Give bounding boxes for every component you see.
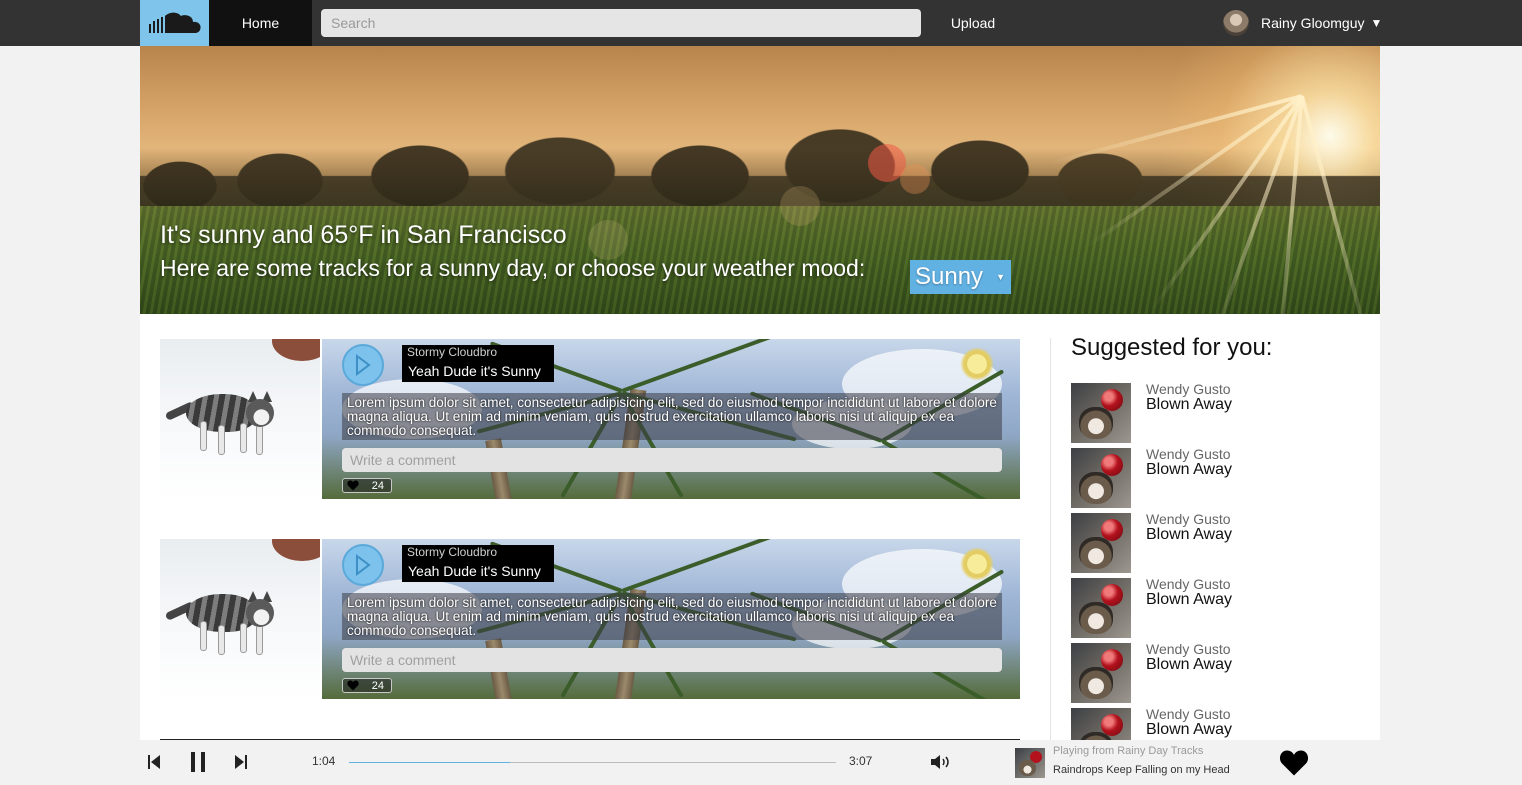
like-count: 24 — [371, 679, 384, 692]
nav-home-link[interactable]: Home — [209, 0, 312, 46]
player-bar: 1:04 3:07 Playing from Rainy Day Tracks … — [140, 740, 1380, 785]
volume-button[interactable] — [930, 751, 952, 773]
pause-button[interactable] — [188, 751, 208, 773]
nav-upload-link[interactable]: Upload — [940, 0, 1006, 46]
suggested-artwork — [1071, 513, 1131, 573]
suggested-title[interactable]: Blown Away — [1146, 721, 1232, 739]
progress-fill — [349, 762, 510, 763]
track-card: Stormy Cloudbro Yeah Dude it's Sunny Lor… — [160, 539, 1020, 699]
suggested-track[interactable]: Wendy Gusto Blown Away — [1071, 446, 1351, 508]
suggested-artist[interactable]: Wendy Gusto — [1146, 446, 1231, 462]
suggested-title[interactable]: Blown Away — [1146, 591, 1232, 609]
like-button[interactable]: 24 — [342, 678, 392, 693]
playing-context[interactable]: Playing from Rainy Day Tracks — [1053, 745, 1203, 757]
previous-button[interactable] — [146, 751, 162, 773]
chevron-down-icon: ▼ — [1370, 16, 1383, 30]
track-description: Lorem ipsum dolor sit amet, consectetur … — [342, 393, 1002, 440]
track-artist[interactable]: Stormy Cloudbro — [402, 545, 554, 560]
suggested-artist[interactable]: Wendy Gusto — [1146, 511, 1231, 527]
mood-prompt: Here are some tracks for a sunny day, or… — [160, 255, 866, 281]
track-artwork — [160, 339, 320, 499]
lens-flare — [588, 220, 628, 260]
elapsed-time: 1:04 — [312, 754, 336, 768]
weather-status: It's sunny and 65°F in San Francisco — [160, 221, 567, 249]
mood-selected-value: Sunny — [915, 263, 984, 290]
volume-icon — [931, 755, 949, 769]
suggested-heading: Suggested for you: — [1071, 334, 1273, 361]
lens-flare — [900, 164, 930, 194]
avatar — [1223, 10, 1249, 36]
suggested-artwork — [1071, 578, 1131, 638]
suggested-artist[interactable]: Wendy Gusto — [1146, 641, 1231, 657]
track-artist[interactable]: Stormy Cloudbro — [402, 345, 554, 360]
top-nav-bar: Home Upload Rainy Gloomguy ▼ — [0, 0, 1522, 46]
suggested-artwork — [1071, 708, 1131, 740]
soundcloud-logo-icon[interactable] — [140, 0, 209, 46]
suggested-track[interactable]: Wendy Gusto Blown Away — [1071, 381, 1351, 443]
like-button[interactable]: 24 — [342, 478, 392, 493]
suggested-artist[interactable]: Wendy Gusto — [1146, 706, 1231, 722]
suggested-title[interactable]: Blown Away — [1146, 526, 1232, 544]
comment-input[interactable] — [342, 648, 1002, 672]
suggested-artwork — [1071, 448, 1131, 508]
user-menu[interactable]: Rainy Gloomguy ▼ — [1223, 0, 1382, 46]
suggested-track[interactable]: Wendy Gusto Blown Away — [1071, 641, 1351, 703]
suggested-artist[interactable]: Wendy Gusto — [1146, 576, 1231, 592]
heart-icon — [347, 680, 359, 691]
sun-weather-icon — [960, 547, 994, 581]
suggested-title[interactable]: Blown Away — [1146, 461, 1232, 479]
play-button[interactable] — [342, 544, 384, 586]
now-playing-title[interactable]: Raindrops Keep Falling on my Head — [1053, 764, 1230, 776]
duration-time: 3:07 — [849, 754, 873, 768]
track-description: Lorem ipsum dolor sit amet, consectetur … — [342, 593, 1002, 640]
pause-icon — [191, 752, 205, 772]
dropdown-arrow-icon: ▼ — [996, 272, 1005, 282]
next-icon — [235, 755, 247, 769]
weather-hero-banner: It's sunny and 65°F in San Francisco Her… — [140, 46, 1380, 314]
lens-flare — [780, 186, 820, 226]
play-icon — [356, 354, 371, 376]
track-card: Stormy Cloudbro Yeah Dude it's Sunny Lor… — [160, 339, 1020, 499]
suggested-artwork — [1071, 383, 1131, 443]
progress-bar[interactable] — [349, 762, 836, 763]
suggested-artwork — [1071, 643, 1131, 703]
suggested-artist[interactable]: Wendy Gusto — [1146, 381, 1231, 397]
suggested-track[interactable]: Wendy Gusto Blown Away — [1071, 511, 1351, 573]
user-name: Rainy Gloomguy — [1261, 15, 1365, 31]
track-title[interactable]: Yeah Dude it's Sunny — [402, 560, 554, 582]
play-icon — [356, 554, 371, 576]
suggested-track[interactable]: Wendy Gusto Blown Away — [1071, 706, 1351, 740]
previous-icon — [148, 755, 160, 769]
search-input[interactable] — [321, 9, 921, 37]
track-artwork — [160, 539, 320, 699]
suggested-title[interactable]: Blown Away — [1146, 396, 1232, 414]
weather-mood-select[interactable]: Sunny ▼ — [910, 260, 1011, 294]
suggested-track[interactable]: Wendy Gusto Blown Away — [1071, 576, 1351, 638]
now-playing-artwork[interactable] — [1015, 748, 1045, 778]
comment-input[interactable] — [342, 448, 1002, 472]
play-button[interactable] — [342, 344, 384, 386]
track-title[interactable]: Yeah Dude it's Sunny — [402, 360, 554, 382]
heart-icon — [347, 480, 359, 491]
heart-icon[interactable] — [1279, 749, 1309, 777]
main-content: It's sunny and 65°F in San Francisco Her… — [140, 46, 1380, 740]
sidebar-divider — [1050, 338, 1051, 740]
suggested-title[interactable]: Blown Away — [1146, 656, 1232, 674]
sun-weather-icon — [960, 347, 994, 381]
next-button[interactable] — [233, 751, 249, 773]
like-count: 24 — [371, 479, 384, 492]
